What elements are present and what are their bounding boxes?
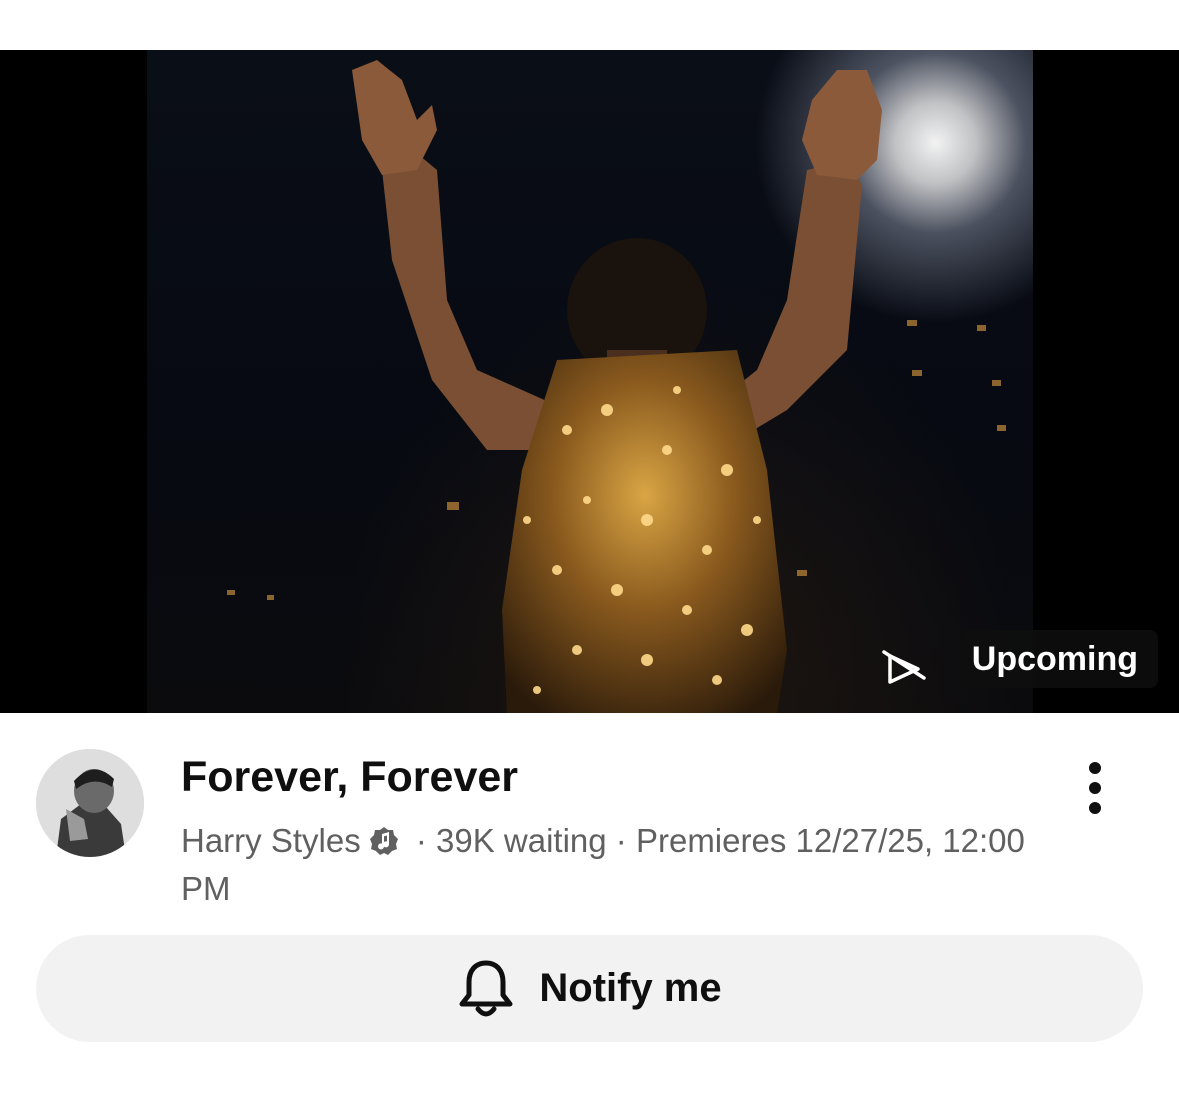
channel-name[interactable]: Harry Styles (181, 822, 361, 859)
thumbnail-image (147, 50, 1033, 713)
video-title[interactable]: Forever, Forever (181, 753, 518, 802)
premiere-off-icon (882, 650, 926, 684)
video-thumbnail[interactable]: Upcoming (0, 50, 1179, 713)
upcoming-video-card: Upcoming Forever, Forever Harry Styles ·… (0, 0, 1179, 1095)
status-badge: Upcoming (961, 630, 1158, 688)
video-meta: Harry Styles · 39K waiting · Premieres 1… (181, 817, 1061, 913)
channel-avatar[interactable] (36, 749, 144, 857)
notify-me-label: Notify me (539, 966, 722, 1010)
avatar-image (36, 749, 144, 857)
more-vertical-icon[interactable] (1080, 761, 1110, 815)
verified-music-icon (369, 827, 398, 856)
notify-me-button[interactable]: Notify me (36, 935, 1143, 1042)
meta-separator: · (406, 822, 437, 859)
meta-separator: · (606, 822, 636, 859)
status-badge-label: Upcoming (971, 639, 1138, 678)
waiting-count: 39K waiting (436, 822, 607, 859)
performer-figure (227, 60, 1006, 713)
bell-icon (459, 960, 513, 1016)
